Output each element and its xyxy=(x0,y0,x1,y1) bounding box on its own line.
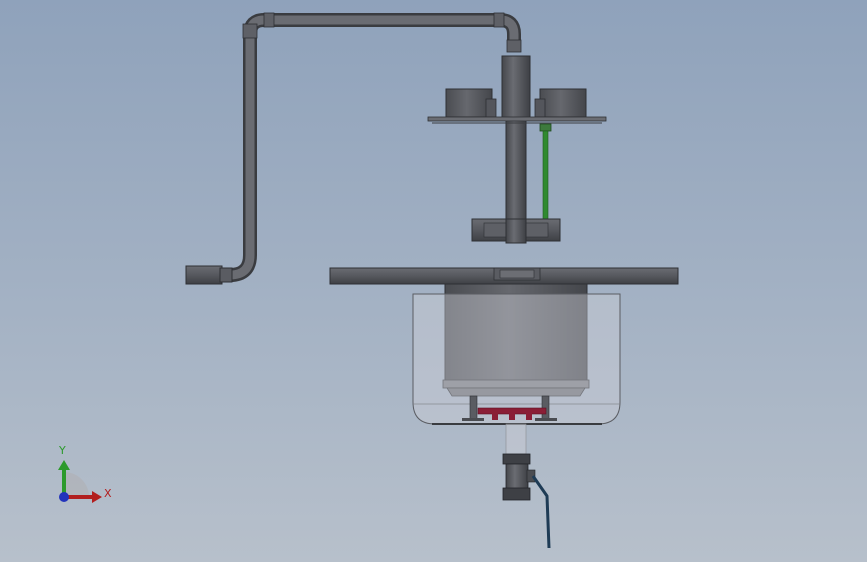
z-axis-dot xyxy=(59,492,69,502)
lid-plate[interactable] xyxy=(329,267,679,285)
valve-handle[interactable] xyxy=(531,475,551,549)
glass-vessel[interactable] xyxy=(412,293,621,425)
assembly-model xyxy=(58,12,679,549)
central-column[interactable] xyxy=(501,55,531,243)
coordinate-triad xyxy=(58,460,102,503)
drain-pipe[interactable] xyxy=(505,423,527,455)
cad-viewport[interactable]: Y X xyxy=(0,0,867,562)
x-axis-label: X xyxy=(104,487,112,500)
ball-valve[interactable] xyxy=(502,453,536,501)
overhead-pipe[interactable] xyxy=(185,12,522,285)
green-rod[interactable] xyxy=(539,123,552,220)
y-axis-label: Y xyxy=(59,444,66,457)
cross-fitting[interactable] xyxy=(471,218,561,244)
